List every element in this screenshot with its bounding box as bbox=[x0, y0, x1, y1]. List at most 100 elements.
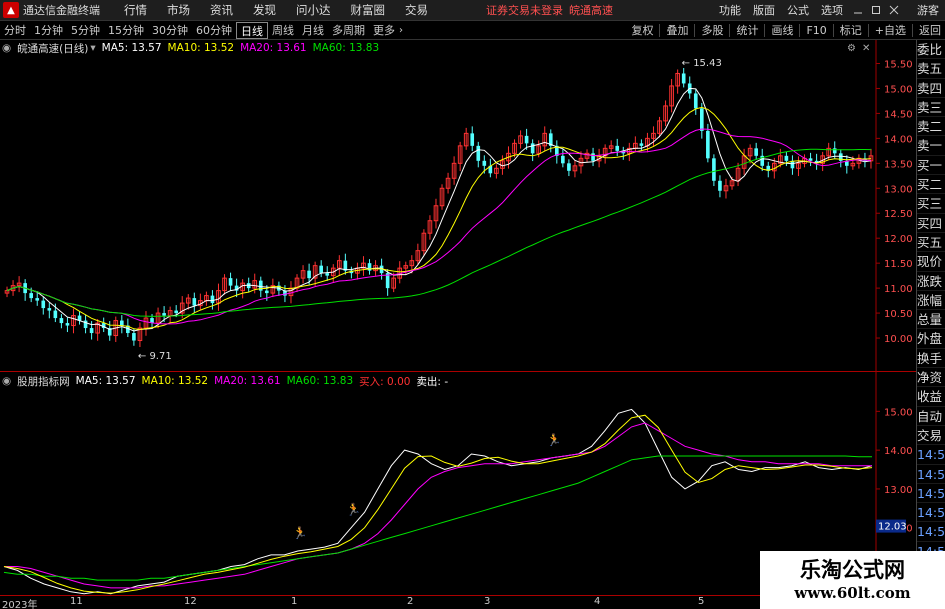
sidebar-item: 买三 bbox=[917, 194, 945, 214]
menu-item-trade[interactable]: 交易 bbox=[405, 2, 428, 18]
time-label-jan: 1 bbox=[291, 596, 298, 607]
indicator-toggle-icon[interactable]: ◉ bbox=[2, 42, 11, 54]
f10-button[interactable]: F10 bbox=[802, 22, 830, 39]
price-tick-label: 13.50 bbox=[884, 159, 913, 170]
legend-ma5: MA5: 13.57 bbox=[101, 42, 162, 54]
indicator-buy: 买入: 0.00 bbox=[359, 375, 411, 388]
candle-body bbox=[265, 290, 269, 294]
candle-body bbox=[89, 328, 94, 334]
sidebar-item: 委比 bbox=[917, 40, 945, 60]
candle-body bbox=[754, 148, 758, 156]
more-chevron-icon[interactable]: › bbox=[399, 25, 403, 36]
period-tab-60min[interactable]: 60分钟 bbox=[192, 22, 236, 39]
sidebar-item[interactable]: 自动 bbox=[917, 407, 945, 426]
sidebar-item: 净资 bbox=[917, 368, 945, 388]
kline-plot[interactable]: 15.50 15.00 14.50 14.00 13.50 13.00 12.50 12.00… bbox=[0, 40, 916, 372]
trading-terminal-window: ▲ 通达信金融终端 行情 市场 资讯 发现 问小达 财富圈 交易 证券交易未登录… bbox=[0, 0, 945, 609]
legend-dropdown-icon[interactable]: ▾ bbox=[90, 42, 95, 54]
sidebar-item: 卖三 bbox=[917, 98, 945, 118]
user-label[interactable]: 游客 bbox=[917, 2, 939, 18]
buy-signal-icon: 🏃 bbox=[346, 503, 361, 517]
quote-sidebar: 委比 卖五 卖四 卖三 卖二 卖一 买一 买二 买三 买四 买五 现价 涨跌 涨幅 总量 外盘 换手 净资 收益 自动… bbox=[916, 40, 945, 609]
indicator-ma10: MA10: 13.52 bbox=[141, 375, 209, 387]
candle-body bbox=[65, 323, 70, 326]
menu-item-discover[interactable]: 发现 bbox=[253, 2, 276, 18]
period-tab-1min[interactable]: 1分钟 bbox=[30, 22, 67, 39]
indicator-title: 股朋指标网 bbox=[17, 375, 70, 388]
sidebar-item: 买五 bbox=[917, 233, 945, 253]
period-tab-weekly[interactable]: 周线 bbox=[268, 22, 298, 39]
indicator-ma5: MA5: 13.57 bbox=[75, 375, 136, 387]
price-tick-label: 12.00 bbox=[884, 234, 913, 245]
watermark-title: 乐淘公式网 bbox=[800, 557, 905, 582]
candle-body bbox=[319, 265, 323, 274]
candle-body bbox=[210, 295, 215, 304]
price-tick-label: 11.00 bbox=[884, 284, 913, 295]
price-tick-label: 11.50 bbox=[884, 259, 913, 270]
menu-item-options[interactable]: 选项 bbox=[821, 2, 843, 18]
mark-button[interactable]: 标记 bbox=[836, 22, 866, 39]
period-tab-5min[interactable]: 5分钟 bbox=[67, 22, 104, 39]
adjust-button[interactable]: 复权 bbox=[627, 22, 657, 39]
period-tab-more[interactable]: 更多 bbox=[369, 22, 399, 39]
legend-ma10: MA10: 13.52 bbox=[167, 42, 235, 54]
menu-item-formula[interactable]: 公式 bbox=[787, 2, 809, 18]
indicator-sell: 卖出: - bbox=[416, 375, 449, 388]
current-value-label: 12.03 bbox=[878, 522, 907, 533]
candle-body bbox=[615, 145, 620, 151]
period-tab-intraday[interactable]: 分时 bbox=[0, 22, 30, 39]
maximize-icon[interactable] bbox=[869, 3, 883, 17]
sidebar-item: 总量 bbox=[917, 310, 945, 330]
indicator-legend: ◉ 股朋指标网 MA5: 13.57 MA10: 13.52 MA20: 13.… bbox=[2, 374, 454, 388]
overlay-button[interactable]: 叠加 bbox=[662, 22, 692, 39]
statistics-button[interactable]: 统计 bbox=[732, 22, 762, 39]
draw-line-button[interactable]: 画线 bbox=[767, 22, 797, 39]
candle-body bbox=[706, 130, 710, 159]
sidebar-item: 卖一 bbox=[917, 136, 945, 156]
candle-body bbox=[53, 310, 58, 319]
sidebar-item: 14:56 bbox=[917, 484, 945, 504]
period-tab-monthly[interactable]: 月线 bbox=[298, 22, 328, 39]
menu-item-function[interactable]: 功能 bbox=[719, 2, 741, 18]
sidebar-item: 卖四 bbox=[917, 79, 945, 98]
menu-item-ask[interactable]: 问小达 bbox=[296, 2, 331, 18]
app-title: 通达信金融终端 bbox=[23, 4, 100, 17]
menu-item-news[interactable]: 资讯 bbox=[210, 2, 233, 18]
indicator-toggle-icon[interactable]: ◉ bbox=[2, 375, 11, 387]
candle-body bbox=[162, 313, 166, 316]
chart-settings-icon[interactable]: ⚙ bbox=[847, 43, 856, 54]
menu-item-layout[interactable]: 版面 bbox=[753, 2, 775, 18]
sidebar-item: 买一 bbox=[917, 156, 945, 176]
indicator-ma20: MA20: 13.61 bbox=[214, 375, 281, 387]
legend-ma20: MA20: 13.61 bbox=[240, 42, 307, 54]
multi-stock-button[interactable]: 多股 bbox=[697, 22, 727, 39]
menu-item-quotes[interactable]: 行情 bbox=[124, 2, 147, 18]
candle-body bbox=[832, 148, 837, 154]
sidebar-item: 卖五 bbox=[917, 59, 945, 79]
period-tab-daily[interactable]: 日线 bbox=[236, 21, 268, 39]
menu-item-wealth[interactable]: 财富圈 bbox=[351, 2, 386, 18]
sidebar-item[interactable]: 交易 bbox=[917, 426, 945, 446]
app-logo-icon: ▲ bbox=[3, 2, 19, 18]
price-tick-label: 13.00 bbox=[884, 184, 913, 195]
candle-body bbox=[639, 143, 644, 146]
minimize-icon[interactable] bbox=[851, 3, 865, 17]
candle-body bbox=[120, 320, 124, 326]
back-button[interactable]: 返回 bbox=[915, 22, 945, 39]
period-tab-30min[interactable]: 30分钟 bbox=[148, 22, 192, 39]
sidebar-item: 14:56 bbox=[917, 465, 945, 484]
current-stock-name: 皖通高速 bbox=[569, 4, 613, 17]
login-notice[interactable]: 证券交易未登录 bbox=[486, 2, 563, 18]
period-tab-multi[interactable]: 多周期 bbox=[328, 22, 369, 39]
close-icon[interactable] bbox=[887, 3, 901, 17]
menu-item-market[interactable]: 市场 bbox=[167, 2, 190, 18]
period-toolbar: 分时 1分钟 5分钟 15分钟 30分钟 60分钟 日线 周线 月线 多周期 更… bbox=[0, 21, 945, 40]
candle-body bbox=[561, 155, 565, 164]
main-kline-chart[interactable]: 15.50 15.00 14.50 14.00 13.50 13.00 12.50 12.00… bbox=[0, 40, 916, 372]
candle-body bbox=[47, 308, 52, 311]
chart-close-icon[interactable]: ✕ bbox=[862, 43, 870, 54]
candle-body bbox=[567, 163, 571, 171]
candle-body bbox=[59, 318, 64, 324]
period-tab-15min[interactable]: 15分钟 bbox=[104, 22, 148, 39]
add-watchlist-button[interactable]: +自选 bbox=[871, 22, 910, 39]
